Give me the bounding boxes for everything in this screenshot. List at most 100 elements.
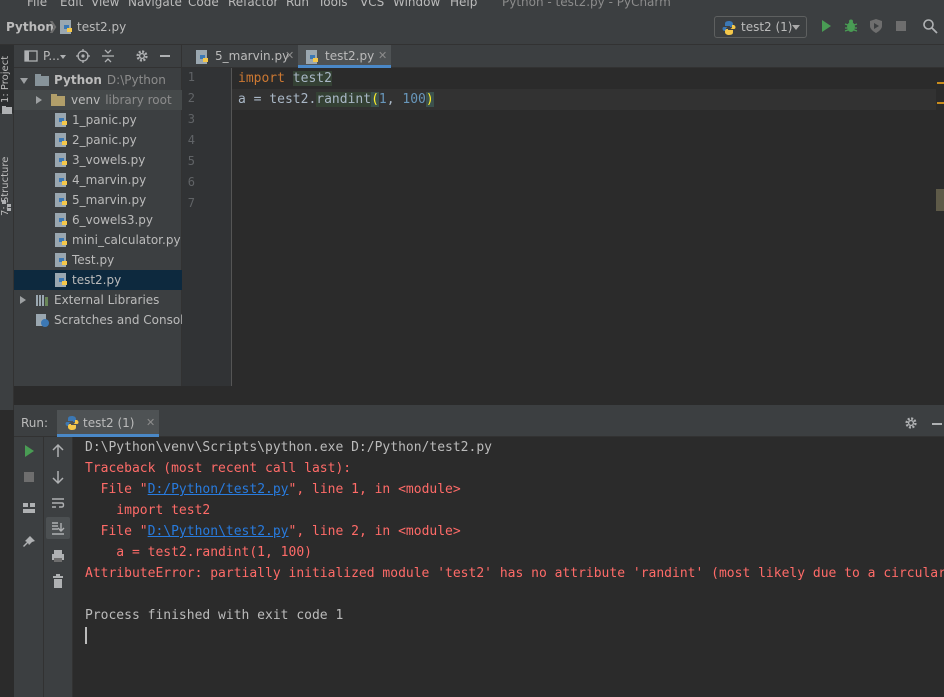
run-icon[interactable] [818, 18, 834, 34]
close-icon[interactable]: ✕ [378, 49, 387, 62]
tree-item-venv[interactable]: venv library root [14, 90, 182, 110]
tree-item-file[interactable]: 4_marvin.py [14, 170, 182, 190]
menu-refactor[interactable]: Refactor [228, 0, 278, 9]
tree-item-file-selected[interactable]: test2.py [14, 270, 182, 290]
minimize-icon[interactable] [932, 423, 942, 425]
menu-bar: File Edit View Navigate Code Refactor Ru… [0, 0, 944, 9]
arrow-down-icon[interactable] [50, 469, 66, 485]
stop-icon[interactable] [893, 18, 909, 34]
editor-tab-5-marvin[interactable]: 5_marvin.py ✕ [188, 45, 296, 68]
scroll-to-end-button[interactable] [46, 517, 70, 539]
tree-item-root[interactable]: Python D:\Python [14, 70, 182, 90]
tree-item-label: Python D:\Python [54, 73, 166, 87]
tree-item-label: 2_panic.py [72, 133, 137, 147]
debug-icon[interactable] [843, 18, 859, 34]
menu-vcs[interactable]: VCS [360, 0, 384, 9]
tree-item-file[interactable]: 3_vowels.py [14, 150, 182, 170]
scroll-thumb[interactable] [936, 189, 944, 211]
tree-item-file[interactable]: 6_vowels3.py [14, 210, 182, 230]
traceback-file-link[interactable]: D:\Python\test2.py [148, 524, 289, 539]
menu-navigate[interactable]: Navigate [128, 0, 182, 9]
menu-view[interactable]: View [91, 0, 119, 9]
menu-window[interactable]: Window [393, 0, 440, 9]
coverage-icon[interactable] [868, 18, 884, 34]
tree-item-scratches[interactable]: Scratches and Consoles [14, 310, 197, 330]
error-stripe [936, 68, 944, 386]
close-icon[interactable]: ✕ [285, 49, 294, 62]
python-file-icon [306, 50, 318, 64]
chevron-down-icon [792, 25, 800, 30]
code-line-2: a = test2.randint(1, 100) [238, 92, 434, 107]
minimize-icon[interactable] [160, 55, 170, 57]
warning-marker[interactable] [937, 82, 944, 84]
tool-tab-project[interactable]: 1: Project [0, 45, 14, 113]
python-file-icon [55, 133, 67, 147]
window-title: Python - test2.py - PyCharm [502, 0, 671, 9]
menu-code[interactable]: Code [188, 0, 219, 9]
run-panel-header: Run: test2 (1) ✕ [14, 410, 944, 437]
python-file-icon [55, 253, 67, 267]
tree-expand-icon[interactable] [20, 296, 26, 304]
pin-icon[interactable] [21, 534, 37, 550]
run-tab[interactable]: test2 (1) ✕ [57, 410, 159, 437]
scroll-to-end-icon [52, 522, 65, 535]
menu-edit[interactable]: Edit [60, 0, 83, 9]
code-editor[interactable]: import test2 a = test2.randint(1, 100) [232, 68, 936, 386]
console-line: D:\Python\venv\Scripts\python.exe D:/Pyt… [85, 440, 492, 455]
python-icon [65, 416, 79, 430]
collapse-all-icon[interactable] [101, 49, 115, 63]
python-file-icon [60, 20, 72, 34]
search-icon[interactable] [922, 18, 938, 34]
breadcrumb-file[interactable]: test2.py [77, 20, 126, 34]
breadcrumb-project[interactable]: Python [6, 20, 54, 34]
traceback-file-link[interactable]: D:/Python/test2.py [148, 482, 289, 497]
menu-run[interactable]: Run [286, 0, 309, 9]
tree-item-label: 5_marvin.py [72, 193, 147, 207]
soft-wrap-icon[interactable] [50, 495, 66, 511]
warning-marker[interactable] [937, 102, 944, 104]
tree-item-file[interactable]: mini_calculator.py [14, 230, 182, 250]
tree-item-file[interactable]: Test.py [14, 250, 182, 270]
print-icon[interactable] [50, 548, 66, 564]
run-toolbar-primary [14, 437, 44, 697]
project-view-label[interactable]: P... [43, 49, 60, 63]
close-icon[interactable]: ✕ [146, 416, 155, 429]
tree-item-external-libraries[interactable]: External Libraries [14, 290, 182, 310]
code-line-1: import test2 [238, 71, 332, 86]
rerun-icon[interactable] [21, 443, 37, 459]
menu-file[interactable]: File [27, 0, 47, 9]
arrow-up-icon[interactable] [50, 443, 66, 459]
project-panel-header: P... [14, 45, 182, 68]
left-tool-strip: 1: Project 7: Structure [0, 45, 14, 410]
menu-help[interactable]: Help [450, 0, 477, 9]
tree-expand-icon[interactable] [36, 96, 42, 104]
python-file-icon [55, 213, 67, 227]
console-output[interactable]: D:\Python\venv\Scripts\python.exe D:/Pyt… [73, 437, 944, 697]
console-line: a = test2.randint(1, 100) [85, 545, 312, 560]
layout-icon[interactable] [21, 500, 37, 516]
trash-icon[interactable] [50, 573, 66, 589]
tree-item-label: Scratches and Consoles [54, 313, 198, 327]
locate-icon[interactable] [76, 49, 90, 63]
structure-icon [2, 200, 11, 211]
chevron-down-icon[interactable] [60, 55, 66, 59]
console-caret [85, 627, 87, 644]
editor-tab-test2[interactable]: test2.py ✕ [298, 45, 391, 68]
line-number: 7 [187, 196, 195, 210]
tree-expand-icon[interactable] [20, 78, 28, 84]
run-config-dropdown[interactable]: test2 (1) [714, 16, 807, 38]
stop-icon[interactable] [21, 469, 37, 485]
gear-icon[interactable] [904, 416, 918, 430]
tree-item-file[interactable]: 1_panic.py [14, 110, 182, 130]
line-number: 5 [187, 154, 195, 168]
line-number: 2 [187, 91, 195, 105]
menu-tools[interactable]: Tools [318, 0, 348, 9]
line-number: 4 [187, 133, 195, 147]
gear-icon[interactable] [135, 49, 149, 63]
python-file-icon [55, 193, 67, 207]
run-toolbar-secondary [44, 437, 73, 697]
console-line: import test2 [85, 503, 211, 518]
tree-item-file[interactable]: 5_marvin.py [14, 190, 182, 210]
tree-item-file[interactable]: 2_panic.py [14, 130, 182, 150]
python-file-icon [55, 153, 67, 167]
